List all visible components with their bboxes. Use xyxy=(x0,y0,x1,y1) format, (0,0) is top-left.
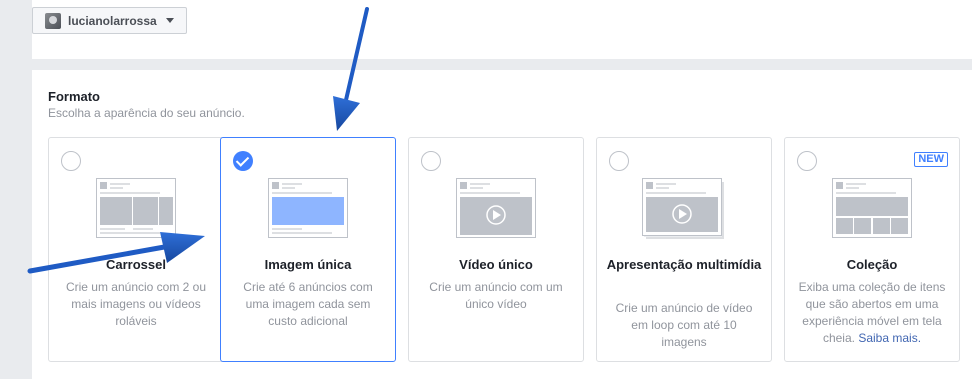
format-radio-apresentacao[interactable] xyxy=(609,151,629,171)
saiba-mais-link[interactable]: Saiba mais. xyxy=(858,331,921,345)
single-image-illustration-icon xyxy=(268,178,348,238)
new-badge: NEW xyxy=(914,152,948,167)
account-name: lucianolarrossa xyxy=(68,13,157,28)
format-desc-colecao: Exiba uma coleção de itens que são abert… xyxy=(795,279,949,347)
format-title-colecao: Coleção xyxy=(846,257,898,272)
format-title-imagem-unica: Imagem única xyxy=(264,257,352,272)
format-title-apresentacao: Apresentação multimídia xyxy=(606,257,762,272)
format-desc-imagem-unica: Crie até 6 anúncios com uma imagem cada … xyxy=(243,280,373,328)
format-card-carrossel[interactable]: Carrossel Crie um anúncio com 2 ou mais … xyxy=(48,137,224,362)
collection-illustration-icon xyxy=(832,178,912,238)
format-title-carrossel: Carrossel xyxy=(106,257,166,272)
format-title-video-unico: Vídeo único xyxy=(459,257,533,272)
format-radio-video-unico[interactable] xyxy=(421,151,441,171)
avatar xyxy=(45,12,61,29)
slideshow-illustration-icon xyxy=(642,178,724,239)
carousel-illustration-icon xyxy=(96,178,176,238)
checkmark-icon[interactable] xyxy=(233,151,253,171)
format-radio-carrossel[interactable] xyxy=(61,151,81,171)
format-desc-apresentacao: Crie um anúncio de vídeo em loop com até… xyxy=(615,301,753,349)
format-radio-colecao[interactable] xyxy=(797,151,817,171)
format-card-video-unico[interactable]: Vídeo único Crie um anúncio com um único… xyxy=(408,137,584,362)
account-selector[interactable]: lucianolarrossa xyxy=(32,7,187,34)
section-subtitle: Escolha a aparência do seu anúncio. xyxy=(48,106,245,120)
single-video-illustration-icon xyxy=(456,178,536,238)
section-title: Formato xyxy=(48,89,100,104)
chevron-down-icon xyxy=(165,18,174,23)
format-card-apresentacao[interactable]: Apresentação multimídia Crie um anúncio … xyxy=(596,137,772,362)
format-desc-carrossel: Crie um anúncio com 2 ou mais imagens ou… xyxy=(65,280,207,328)
format-desc-video-unico: Crie um anúncio com um único vídeo xyxy=(429,280,563,311)
format-card-colecao[interactable]: NEW Coleção Exiba uma coleção de itens q… xyxy=(784,137,960,362)
format-card-imagem-unica[interactable]: Imagem única Crie até 6 anúncios com uma… xyxy=(220,137,396,362)
